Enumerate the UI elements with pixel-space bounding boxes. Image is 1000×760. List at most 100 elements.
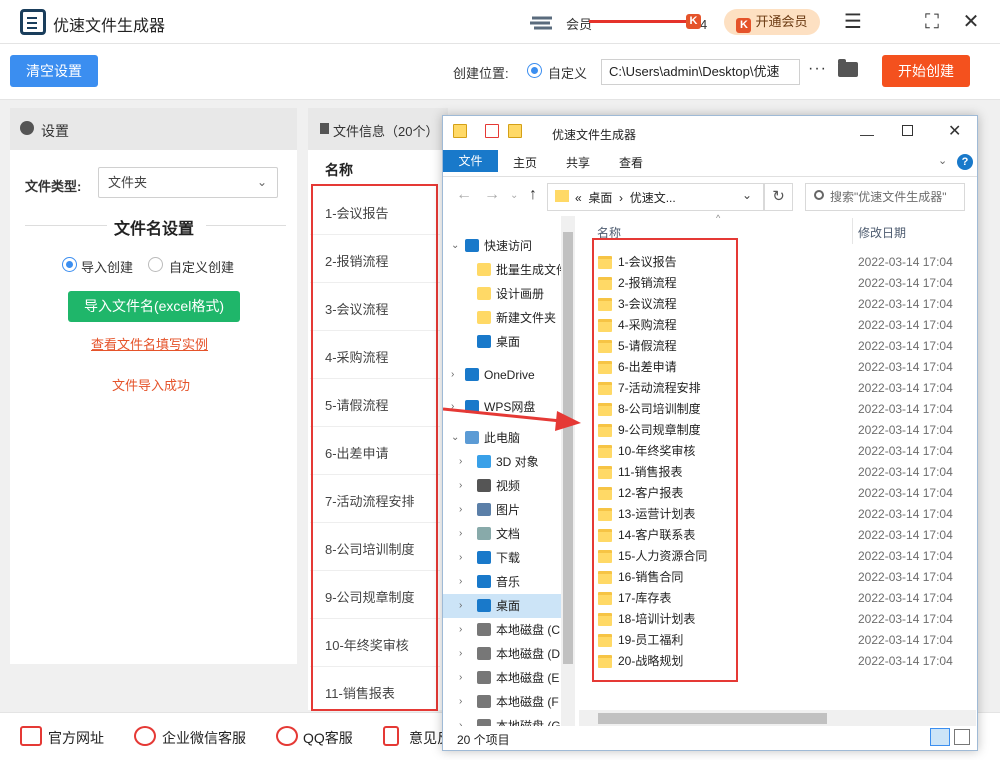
- example-link[interactable]: 查看文件名填写实例: [91, 334, 208, 353]
- nav-item[interactable]: › 本地磁盘 (D: [443, 642, 561, 666]
- file-date: 2022-03-14 17:04: [858, 402, 953, 416]
- chevron-right-icon[interactable]: ›: [459, 690, 462, 714]
- vip-badge-icon: K: [686, 14, 701, 29]
- maximize-icon[interactable]: ⛶: [920, 10, 944, 34]
- wechat-support-link[interactable]: 企业微信客服: [162, 728, 246, 748]
- breadcrumb[interactable]: « 桌面 › 优速文...: [575, 189, 676, 206]
- file-date: 2022-03-14 17:04: [858, 549, 953, 563]
- file-date: 2022-03-14 17:04: [858, 465, 953, 479]
- chevron-right-icon[interactable]: ›: [459, 498, 462, 522]
- drive-icon: [477, 695, 491, 708]
- more-options-button[interactable]: ···: [808, 60, 827, 78]
- nav-item[interactable]: › 图片: [443, 498, 561, 522]
- minimize-icon[interactable]: —: [860, 126, 874, 142]
- nav-item[interactable]: › 文档: [443, 522, 561, 546]
- start-create-button[interactable]: 开始创建: [882, 55, 970, 87]
- nav-item[interactable]: › 下载: [443, 546, 561, 570]
- chevron-right-icon[interactable]: ›: [459, 474, 462, 498]
- chevron-right-icon[interactable]: ›: [459, 618, 462, 642]
- tab-home[interactable]: 主页: [513, 154, 537, 171]
- nav-item[interactable]: 设计画册: [443, 282, 561, 306]
- chevron-right-icon[interactable]: ›: [459, 570, 462, 594]
- nav-item-label: 新建文件夹: [496, 311, 557, 325]
- import-filenames-button[interactable]: 导入文件名(excel格式): [68, 291, 240, 322]
- up-arrow-icon[interactable]: ↑: [529, 186, 537, 204]
- nav-item[interactable]: › 本地磁盘 (C: [443, 618, 561, 642]
- chevron-right-icon[interactable]: ›: [459, 642, 462, 666]
- folder-icon: [477, 263, 491, 276]
- file-date: 2022-03-14 17:04: [858, 633, 953, 647]
- file-date: 2022-03-14 17:04: [858, 612, 953, 626]
- new-folder-icon[interactable]: [508, 124, 522, 138]
- properties-icon[interactable]: [485, 124, 499, 138]
- qq-support-link[interactable]: QQ客服: [303, 728, 353, 748]
- file-date: 2022-03-14 17:04: [858, 297, 953, 311]
- search-input[interactable]: 搜索"优速文件生成器": [805, 183, 965, 211]
- nav-item[interactable]: 新建文件夹: [443, 306, 561, 330]
- nav-item[interactable]: › 本地磁盘 (E: [443, 666, 561, 690]
- tab-file[interactable]: 文件: [443, 150, 498, 172]
- nav-item[interactable]: › 桌面: [443, 594, 561, 618]
- chevron-down-icon[interactable]: ⌄: [742, 188, 752, 202]
- nav-item[interactable]: 桌面: [443, 330, 561, 354]
- file-type-select[interactable]: 文件夹 ⌄: [98, 167, 278, 198]
- cloud-icon: [465, 368, 479, 381]
- chevron-right-icon[interactable]: ›: [459, 450, 462, 474]
- path-input[interactable]: C:\Users\admin\Desktop\优速: [601, 59, 800, 85]
- folder-icon: [477, 287, 491, 300]
- file-date: 2022-03-14 17:04: [858, 570, 953, 584]
- horizontal-scrollbar-thumb[interactable]: [598, 713, 827, 724]
- chevron-right-icon[interactable]: ›: [459, 546, 462, 570]
- menu-icon[interactable]: ☰: [841, 10, 865, 34]
- chevron-right-icon[interactable]: ›: [459, 522, 462, 546]
- custom-location-radio[interactable]: [527, 63, 542, 78]
- website-icon: [20, 726, 42, 746]
- close-icon[interactable]: ✕: [959, 10, 983, 34]
- maximize-icon[interactable]: [902, 125, 913, 136]
- navigation-pane: ⌄ 快速访问 批量生成文件 设计画册 新建文件夹 桌面 › OneDrive › WPS网盘 ⌄ 此电…: [443, 216, 561, 726]
- file-date: 2022-03-14 17:04: [858, 318, 953, 332]
- details-view-icon[interactable]: [930, 728, 950, 746]
- nav-item[interactable]: › 视频: [443, 474, 561, 498]
- pdf-icon: [383, 726, 399, 746]
- nav-item[interactable]: › OneDrive: [443, 363, 561, 387]
- qq-icon: [276, 726, 298, 746]
- toolbar: 清空设置 创建位置: 自定义 C:\Users\admin\Desktop\优速…: [0, 44, 1000, 100]
- refresh-icon[interactable]: ↻: [764, 183, 793, 211]
- nav-item[interactable]: › 音乐: [443, 570, 561, 594]
- close-icon[interactable]: ✕: [948, 121, 961, 141]
- chevron-right-icon[interactable]: ›: [451, 363, 454, 387]
- tab-view[interactable]: 查看: [619, 154, 643, 171]
- recent-chevron-icon[interactable]: ⌄: [510, 190, 518, 201]
- nav-scrollbar-thumb[interactable]: [563, 232, 573, 664]
- forward-arrow-icon[interactable]: →: [484, 186, 500, 204]
- name-column-header: 名称: [325, 162, 353, 178]
- nav-item[interactable]: ⌄ 快速访问: [443, 234, 561, 258]
- website-link[interactable]: 官方网址: [48, 728, 104, 748]
- nav-item[interactable]: 批量生成文件: [443, 258, 561, 282]
- tab-share[interactable]: 共享: [566, 154, 590, 171]
- large-icons-view-icon[interactable]: [954, 729, 970, 745]
- import-create-radio[interactable]: [62, 257, 77, 272]
- clear-settings-button[interactable]: 清空设置: [10, 55, 98, 87]
- desktop-icon: [477, 335, 491, 348]
- column-separator[interactable]: [852, 218, 853, 244]
- chevron-down-icon[interactable]: ⌄: [451, 234, 459, 258]
- open-membership-button[interactable]: K 开通会员: [724, 9, 820, 35]
- chevron-right-icon[interactable]: ›: [459, 666, 462, 690]
- chevron-down-icon[interactable]: ⌄: [938, 154, 947, 167]
- picture-icon: [477, 503, 491, 516]
- custom-create-radio[interactable]: [148, 257, 163, 272]
- help-icon[interactable]: ?: [957, 154, 973, 170]
- chevron-right-icon[interactable]: ›: [459, 714, 462, 726]
- file-date: 2022-03-14 17:04: [858, 423, 953, 437]
- file-info-title: 文件信息（20个）: [333, 124, 439, 139]
- nav-item-label: 桌面: [496, 335, 521, 349]
- browse-folder-icon[interactable]: [838, 59, 858, 77]
- date-column-header[interactable]: 修改日期: [858, 224, 906, 241]
- nav-item[interactable]: › 本地磁盘 (F: [443, 690, 561, 714]
- back-arrow-icon[interactable]: ←: [456, 186, 472, 204]
- nav-item[interactable]: › 本地磁盘 (G: [443, 714, 561, 726]
- chevron-right-icon[interactable]: ›: [459, 594, 462, 618]
- nav-item[interactable]: › 3D 对象: [443, 450, 561, 474]
